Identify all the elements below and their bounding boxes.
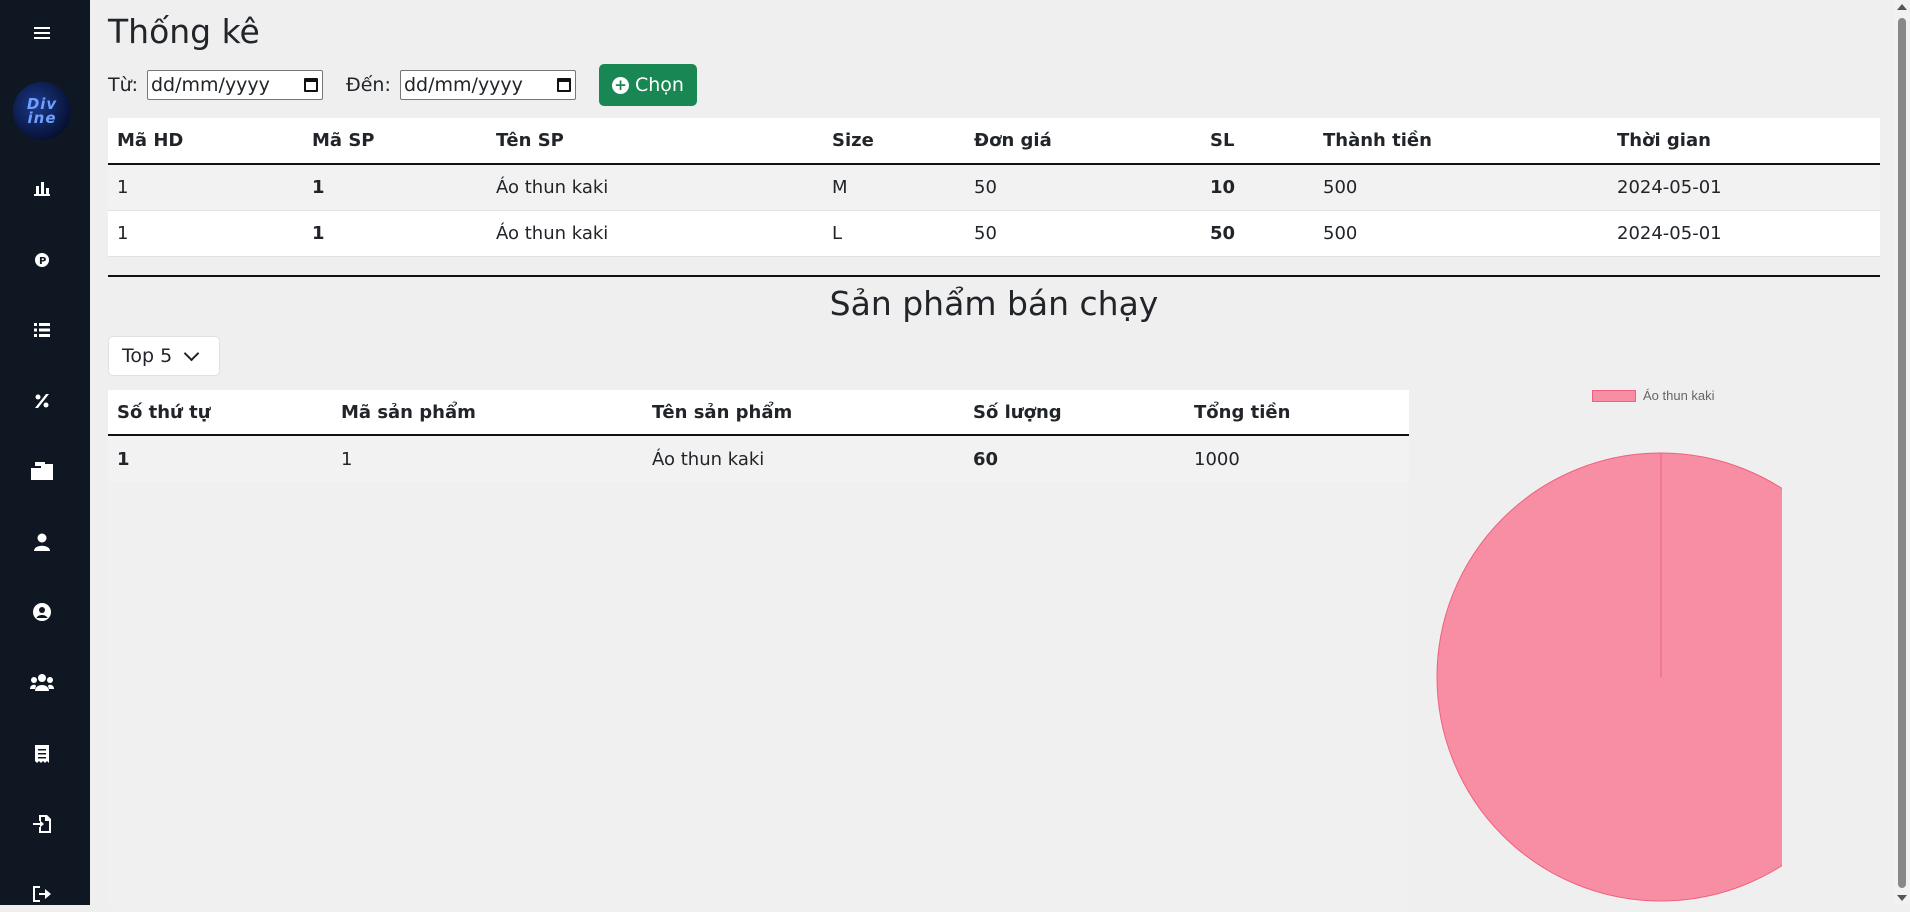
cell-product-name: Áo thun kaki bbox=[643, 435, 964, 482]
column-header: Số thứ tự bbox=[108, 390, 332, 436]
cell-size: M bbox=[823, 164, 965, 211]
cell-time: 2024-05-01 bbox=[1608, 164, 1880, 211]
table-row: 1 1 Áo thun kaki M 50 10 500 2024-05-01 bbox=[108, 164, 1880, 211]
sidebar-item-list[interactable] bbox=[0, 312, 84, 348]
from-date-value: dd/mm/yyyy bbox=[151, 74, 270, 96]
choose-button[interactable]: + Chọn bbox=[599, 64, 697, 106]
calendar-icon[interactable] bbox=[304, 78, 318, 92]
best-sellers-title: Sản phẩm bán chạy bbox=[829, 284, 1159, 323]
coin-icon: P bbox=[35, 253, 49, 267]
best-sellers-panel: Số thứ tự Mã sản phẩm Tên sản phẩm Số lư… bbox=[108, 390, 1409, 910]
list-icon bbox=[34, 323, 50, 337]
column-header: Tên SP bbox=[487, 118, 823, 165]
users-icon bbox=[30, 674, 54, 691]
table-row: 1 1 Áo thun kaki L 50 50 500 2024-05-01 bbox=[108, 210, 1880, 257]
to-date-input[interactable]: dd/mm/yyyy bbox=[400, 70, 576, 100]
bar-chart-icon bbox=[34, 182, 50, 196]
orders-table: Mã HD Mã SP Tên SP Size Đơn giá SL Thành… bbox=[108, 118, 1880, 257]
percent-icon bbox=[35, 394, 49, 408]
sidebar-item-import[interactable] bbox=[0, 806, 84, 842]
cell-quantity: 60 bbox=[964, 435, 1185, 482]
receipt-icon bbox=[35, 745, 49, 763]
cell-product-name: Áo thun kaki bbox=[487, 210, 823, 257]
user-circle-icon bbox=[33, 603, 51, 621]
scroll-thumb[interactable] bbox=[1898, 18, 1906, 888]
table-header-row: Số thứ tự Mã sản phẩm Tên sản phẩm Số lư… bbox=[108, 390, 1409, 436]
to-label: Đến: bbox=[346, 74, 391, 96]
sidebar-item-user[interactable] bbox=[0, 524, 84, 560]
column-header: Size bbox=[823, 118, 965, 165]
sidebar-item-statistics[interactable] bbox=[0, 170, 84, 206]
plus-circle-icon: + bbox=[612, 76, 629, 94]
cell-product-id: 1 bbox=[303, 164, 487, 211]
column-header: Mã HD bbox=[108, 118, 303, 165]
cell-unit-price: 50 bbox=[965, 164, 1201, 211]
column-header: Thời gian bbox=[1608, 118, 1880, 165]
top-count-select[interactable]: Top 5 bbox=[108, 336, 220, 376]
cell-product-id: 1 bbox=[303, 210, 487, 257]
cell-product-name: Áo thun kaki bbox=[487, 164, 823, 211]
cell-order-id: 1 bbox=[108, 210, 303, 257]
column-header: Mã SP bbox=[303, 118, 487, 165]
sidebar-item-logout[interactable] bbox=[0, 876, 84, 912]
scroll-down-icon[interactable] bbox=[1897, 895, 1907, 901]
sidebar-item-customers[interactable] bbox=[0, 664, 84, 700]
column-header: Thành tiền bbox=[1314, 118, 1608, 165]
pie-chart bbox=[1436, 452, 1782, 902]
page-title: Thống kê bbox=[108, 12, 260, 51]
file-import-icon bbox=[33, 815, 51, 833]
logo-mark: Div ine bbox=[26, 95, 58, 127]
cell-time: 2024-05-01 bbox=[1608, 210, 1880, 257]
column-header: Đơn giá bbox=[965, 118, 1201, 165]
cell-unit-price: 50 bbox=[965, 210, 1201, 257]
column-header: Tên sản phẩm bbox=[643, 390, 964, 436]
top-count-value: Top 5 bbox=[122, 345, 173, 367]
logo[interactable]: Div ine bbox=[13, 82, 71, 140]
menu-icon[interactable] bbox=[0, 15, 84, 51]
sidebar-item-invoices[interactable] bbox=[0, 736, 84, 772]
svg-text:P: P bbox=[39, 256, 46, 267]
cell-total: 500 bbox=[1314, 164, 1608, 211]
sidebar-item-account[interactable] bbox=[0, 594, 84, 630]
logout-icon bbox=[33, 886, 51, 902]
column-header: SL bbox=[1201, 118, 1314, 165]
best-sellers-table: Số thứ tự Mã sản phẩm Tên sản phẩm Số lư… bbox=[108, 390, 1409, 482]
calendar-icon[interactable] bbox=[557, 78, 571, 92]
sidebar-item-products[interactable]: P bbox=[0, 242, 84, 278]
cell-rank: 1 bbox=[108, 435, 332, 482]
from-label: Từ: bbox=[108, 74, 139, 96]
boxes-icon bbox=[31, 462, 53, 480]
scrollbar[interactable] bbox=[1893, 0, 1910, 905]
choose-button-label: Chọn bbox=[635, 74, 684, 96]
cell-total: 500 bbox=[1314, 210, 1608, 257]
sidebar-item-inventory[interactable] bbox=[0, 453, 84, 489]
column-header: Số lượng bbox=[964, 390, 1185, 436]
cell-size: L bbox=[823, 210, 965, 257]
column-header: Mã sản phẩm bbox=[332, 390, 643, 436]
table-header-row: Mã HD Mã SP Tên SP Size Đơn giá SL Thành… bbox=[108, 118, 1880, 165]
cell-order-id: 1 bbox=[108, 164, 303, 211]
cell-quantity: 50 bbox=[1201, 210, 1314, 257]
cell-quantity: 10 bbox=[1201, 164, 1314, 211]
chevron-down-icon bbox=[183, 345, 200, 361]
sidebar: Div ine P bbox=[0, 0, 90, 905]
pie-slice[interactable] bbox=[1436, 452, 1782, 902]
scroll-up-icon[interactable] bbox=[1897, 4, 1907, 10]
section-divider bbox=[108, 275, 1880, 277]
sidebar-item-discount[interactable] bbox=[0, 383, 84, 419]
cell-product-id: 1 bbox=[332, 435, 643, 482]
to-date-value: dd/mm/yyyy bbox=[404, 74, 523, 96]
user-icon bbox=[34, 533, 50, 551]
table-row: 1 1 Áo thun kaki 60 1000 bbox=[108, 435, 1409, 482]
from-date-input[interactable]: dd/mm/yyyy bbox=[147, 70, 323, 100]
